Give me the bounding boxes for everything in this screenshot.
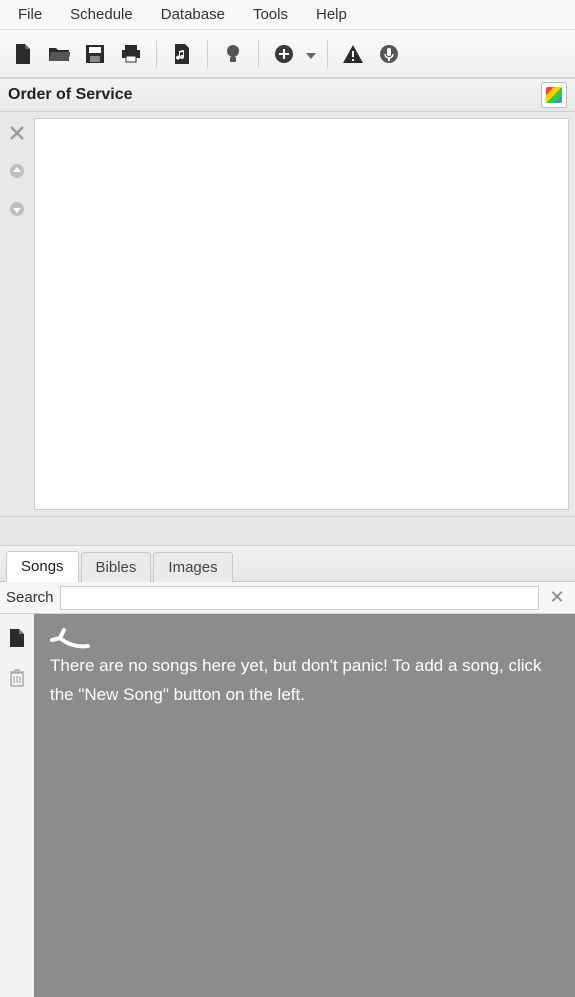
tab-songs[interactable]: Songs [6,551,79,582]
idea-bulb-icon [226,44,240,64]
delete-trash-icon [9,669,25,690]
menu-tools[interactable]: Tools [239,2,302,27]
toolbar-separator [156,40,157,68]
search-label: Search [6,589,54,606]
open-folder-button[interactable] [42,37,76,71]
save-button[interactable] [78,37,112,71]
menu-help[interactable]: Help [302,2,361,27]
toolbar-separator [207,40,208,68]
save-icon [86,45,104,63]
menu-schedule[interactable]: Schedule [56,2,147,27]
main-toolbar [0,30,575,78]
new-file-icon [14,44,32,64]
move-down-icon [9,201,25,220]
microphone-button[interactable] [372,37,406,71]
songs-empty-hint: There are no songs here yet, but don't p… [50,652,559,710]
warning-triangle-icon [343,45,363,63]
songs-panel: There are no songs here yet, but don't p… [0,614,575,997]
delete-song-button[interactable] [6,668,28,690]
toolbar-separator [327,40,328,68]
theme-picker-button[interactable] [541,82,567,108]
print-icon [121,45,141,63]
music-file-button[interactable] [165,37,199,71]
tab-bibles[interactable]: Bibles [81,552,152,582]
new-song-icon [9,629,25,650]
remove-x-icon [10,126,24,143]
hint-arrow-icon [50,628,559,650]
order-of-service-title: Order of Service [8,86,133,104]
remove-item-button[interactable] [5,122,29,146]
microphone-icon [379,44,399,64]
menu-database[interactable]: Database [147,2,239,27]
menu-bar: File Schedule Database Tools Help [0,0,575,30]
move-down-button[interactable] [5,198,29,222]
new-file-button[interactable] [6,37,40,71]
order-of-service-header: Order of Service [0,78,575,112]
open-folder-icon [48,45,70,63]
tab-images[interactable]: Images [153,552,232,582]
order-of-service-body [0,112,575,516]
add-dropdown-caret[interactable] [303,46,319,62]
search-input[interactable] [60,586,539,610]
close-icon: ✕ [549,587,564,608]
menu-file[interactable]: File [4,2,56,27]
add-plus-icon [274,44,294,64]
music-file-icon [173,44,191,64]
clear-search-button[interactable]: ✕ [545,586,569,610]
songs-list-area: There are no songs here yet, but don't p… [34,614,575,997]
color-swatch-icon [546,87,562,103]
order-of-service-sidebar [0,112,34,516]
move-up-icon [9,163,25,182]
order-of-service-list[interactable] [34,118,569,510]
panel-splitter[interactable] [0,516,575,546]
new-song-button[interactable] [6,628,28,650]
toolbar-separator [258,40,259,68]
add-button[interactable] [267,37,301,71]
songs-sidebar [0,614,34,997]
move-up-button[interactable] [5,160,29,184]
warning-button[interactable] [336,37,370,71]
print-button[interactable] [114,37,148,71]
idea-bulb-button[interactable] [216,37,250,71]
library-tabs: Songs Bibles Images [0,546,575,582]
chevron-down-icon [306,46,316,62]
search-bar: Search ✕ [0,582,575,614]
